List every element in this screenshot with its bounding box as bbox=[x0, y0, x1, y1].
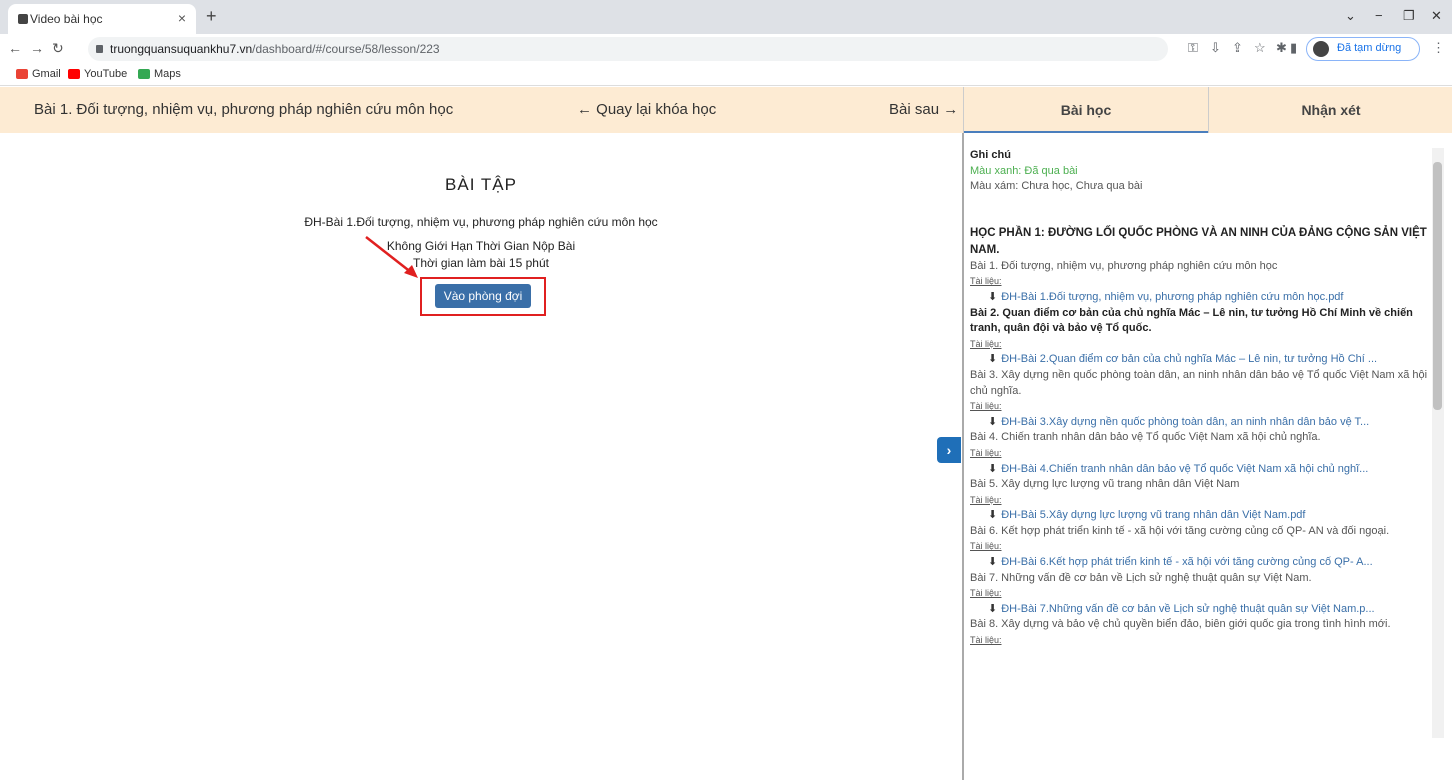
next-lesson-link[interactable]: Bài sau → bbox=[889, 101, 958, 118]
doc-label: Tài liệu: bbox=[970, 401, 1002, 412]
lesson-item[interactable]: Bài 1. Đối tượng, nhiệm vụ, phương pháp … bbox=[970, 259, 1432, 275]
back-arrow-icon[interactable]: ← bbox=[8, 40, 22, 56]
splitter[interactable] bbox=[962, 133, 964, 780]
scrollbar-thumb[interactable] bbox=[1433, 162, 1442, 410]
duration-text: Thời gian làm bài 15 phút bbox=[413, 256, 549, 270]
bookmark-youtube[interactable]: YouTube bbox=[68, 68, 127, 80]
file-link[interactable]: ⬇ ĐH-Bài 6.Kết hợp phát triển kinh tế - x… bbox=[970, 555, 1432, 571]
note-gray: Màu xám: Chưa học, Chưa qua bài bbox=[970, 180, 1143, 193]
forward-arrow-icon[interactable]: → bbox=[30, 40, 44, 56]
doc-label: Tài liệu: bbox=[970, 338, 1002, 349]
red-arrow-annotation bbox=[365, 236, 418, 278]
share-icon[interactable]: ⇪ bbox=[1232, 40, 1243, 56]
tab-close-icon[interactable]: × bbox=[178, 10, 186, 26]
file-name: ĐH-Bài 6.Kết hợp phát triển kinh tế - xã… bbox=[1001, 556, 1373, 569]
chevron-right-icon[interactable]: › bbox=[937, 437, 961, 463]
lock-icon bbox=[96, 45, 103, 53]
bookmark-label: YouTube bbox=[84, 68, 128, 80]
time-limit-text: Không Giới Hạn Thời Gian Nộp Bài bbox=[386, 239, 576, 253]
doc-label: Tài liệu: bbox=[970, 541, 1002, 552]
file-name: ĐH-Bài 4.Chiến tranh nhân dân bảo vệ Tổ … bbox=[1001, 462, 1369, 475]
lesson-list-panel: Ghi chú Màu xanh: Đã qua bài Màu xám: Ch… bbox=[966, 148, 1432, 738]
paused-label: Đã tạm dừng bbox=[1337, 42, 1402, 54]
lesson-item[interactable]: Bài 7. Những vấn đề cơ bản về Lịch sử ng… bbox=[970, 571, 1432, 587]
close-window-button[interactable]: ✕ bbox=[1431, 8, 1442, 24]
note-green: Màu xanh: Đã qua bài bbox=[970, 164, 1078, 177]
tab-lesson[interactable]: Bài học bbox=[964, 87, 1208, 133]
side-panel-icon[interactable]: ▮ bbox=[1290, 40, 1297, 56]
right-panel-tabs: Bài học Nhận xét bbox=[963, 87, 1452, 133]
tab-title: Video bài học bbox=[30, 12, 103, 26]
download-icon: ⬇ bbox=[988, 415, 998, 428]
bookmark-gmail[interactable]: Gmail bbox=[16, 68, 61, 80]
lesson-item[interactable]: Bài 6. Kết hợp phát triển kinh tế - xã h… bbox=[970, 524, 1432, 540]
exercise-area: BÀI TẬP ĐH-Bài 1.Đối tượng, nhiệm vụ, ph… bbox=[0, 133, 962, 780]
file-name: ĐH-Bài 7.Những vấn đề cơ bản về Lịch sử … bbox=[1001, 602, 1375, 615]
download-icon: ⬇ bbox=[988, 290, 998, 303]
back-to-course-link[interactable]: ← Quay lại khóa học bbox=[577, 101, 716, 118]
lesson-header: Bài 1. Đối tượng, nhiệm vụ, phương pháp … bbox=[0, 87, 963, 133]
maps-icon bbox=[138, 69, 150, 79]
file-link[interactable]: ⬇ ĐH-Bài 7.Những vấn đề cơ bản về Lịch sử… bbox=[970, 602, 1432, 618]
lesson-item[interactable]: Bài 4. Chiến tranh nhân dân bảo vệ Tổ qu… bbox=[970, 430, 1432, 446]
exercise-name: ĐH-Bài 1.Đối tượng, nhiệm vụ, phương phá… bbox=[304, 215, 658, 229]
install-icon[interactable]: ⇩ bbox=[1210, 40, 1221, 56]
browser-toolbar: ← → ↻ truongquansuquankhu7.vn/dashboard/… bbox=[0, 34, 1452, 64]
file-link[interactable]: ⬇ ĐH-Bài 5.Xây dựng lực lượng vũ trang nh… bbox=[970, 508, 1432, 524]
browser-tab[interactable]: Video bài học × bbox=[8, 4, 196, 34]
reload-icon[interactable]: ↻ bbox=[52, 40, 64, 57]
tab-comments[interactable]: Nhận xét bbox=[1209, 87, 1452, 133]
note-title: Ghi chú bbox=[970, 149, 1011, 161]
download-icon: ⬇ bbox=[988, 602, 998, 615]
file-name: ĐH-Bài 3.Xây dựng nền quốc phòng toàn dâ… bbox=[1001, 415, 1370, 428]
extensions-icon[interactable]: ✱ bbox=[1276, 40, 1287, 56]
module-title: HỌC PHẦN 1: ĐƯỜNG LỐI QUỐC PHÒNG VÀ AN N… bbox=[970, 226, 1427, 256]
file-name: ĐH-Bài 2.Quan điểm cơ bản của chủ nghĩa … bbox=[1001, 353, 1378, 366]
file-link[interactable]: ⬇ ĐH-Bài 2.Quan điểm cơ bản của chủ nghĩa… bbox=[970, 352, 1432, 368]
lesson-item[interactable]: Bài 8. Xây dựng và bảo vệ chủ quyền biển… bbox=[970, 617, 1432, 633]
file-link[interactable]: ⬇ ĐH-Bài 4.Chiến tranh nhân dân bảo vệ Tổ… bbox=[970, 462, 1432, 478]
browser-tabstrip: Video bài học × + ⌄ − ❐ ✕ bbox=[0, 0, 1452, 34]
file-name: ĐH-Bài 1.Đối tượng, nhiệm vụ, phương phá… bbox=[1001, 290, 1344, 303]
lesson-item[interactable]: Bài 2. Quan điểm cơ bản của chủ nghĩa Má… bbox=[970, 306, 1432, 337]
lesson-title: Bài 1. Đối tượng, nhiệm vụ, phương pháp … bbox=[34, 101, 454, 118]
gmail-icon bbox=[16, 69, 28, 79]
exercise-heading: BÀI TẬP bbox=[445, 175, 517, 194]
file-link[interactable]: ⬇ ĐH-Bài 1.Đối tượng, nhiệm vụ, phương ph… bbox=[970, 290, 1432, 306]
lesson-item[interactable]: Bài 3. Xây dựng nền quốc phòng toàn dân,… bbox=[970, 368, 1432, 399]
bookmark-maps[interactable]: Maps bbox=[138, 68, 181, 80]
download-icon: ⬇ bbox=[988, 462, 998, 475]
doc-label: Tài liệu: bbox=[970, 588, 1002, 599]
download-icon: ⬇ bbox=[988, 556, 998, 569]
file-name: ĐH-Bài 5.Xây dựng lực lượng vũ trang nhâ… bbox=[1001, 509, 1306, 522]
key-icon[interactable]: ⚿ bbox=[1188, 40, 1198, 56]
minimize-button[interactable]: − bbox=[1375, 8, 1383, 23]
new-tab-button[interactable]: + bbox=[206, 6, 217, 27]
doc-label: Tài liệu: bbox=[970, 494, 1002, 505]
highlight-box: Vào phòng đợi bbox=[420, 277, 546, 316]
lesson-item[interactable]: Bài 5. Xây dựng lực lượng vũ trang nhân … bbox=[970, 477, 1432, 493]
address-bar[interactable]: truongquansuquankhu7.vn/dashboard/#/cour… bbox=[88, 37, 1168, 61]
url-path: /dashboard/#/course/58/lesson/223 bbox=[252, 42, 440, 56]
doc-label: Tài liệu: bbox=[970, 276, 1002, 287]
file-link[interactable]: ⬇ ĐH-Bài 3.Xây dựng nền quốc phòng toàn d… bbox=[970, 415, 1432, 431]
menu-kebab-icon[interactable]: ⋮ bbox=[1432, 40, 1445, 56]
bookmark-star-icon[interactable]: ☆ bbox=[1254, 40, 1266, 56]
avatar bbox=[1313, 41, 1329, 57]
bookmark-label: Maps bbox=[154, 68, 181, 80]
url-host: truongquansuquankhu7.vn bbox=[110, 42, 253, 56]
doc-label: Tài liệu: bbox=[970, 447, 1002, 458]
profile-paused-button[interactable]: Đã tạm dừng bbox=[1306, 37, 1420, 61]
tab-search-icon[interactable]: ⌄ bbox=[1345, 8, 1356, 24]
bookmarks-bar: Gmail YouTube Maps bbox=[0, 64, 1452, 86]
download-icon: ⬇ bbox=[988, 353, 998, 366]
enter-waiting-room-button[interactable]: Vào phòng đợi bbox=[435, 284, 531, 308]
download-icon: ⬇ bbox=[988, 509, 998, 522]
shield-favicon-icon bbox=[18, 14, 28, 24]
restore-button[interactable]: ❐ bbox=[1403, 8, 1415, 24]
youtube-icon bbox=[68, 69, 80, 79]
doc-label: Tài liệu: bbox=[970, 635, 1002, 646]
bookmark-label: Gmail bbox=[32, 68, 61, 80]
